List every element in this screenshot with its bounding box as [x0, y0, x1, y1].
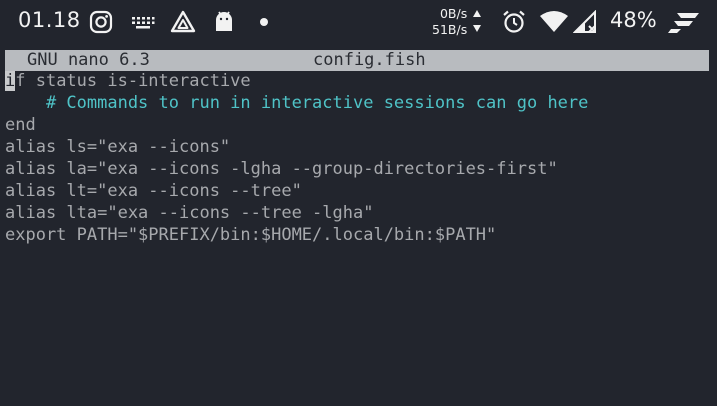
app-triangle-icon: [170, 9, 196, 35]
line-text: f status is-interactive: [15, 71, 251, 91]
editor-line[interactable]: export PATH="$PREFIX/bin:$HOME/.local/bi…: [5, 224, 710, 246]
terminal-window[interactable]: GNU nano 6.3 config.fish if status is-in…: [0, 44, 717, 406]
net-up-speed: 0B/s: [439, 6, 468, 21]
nano-filename: config.fish: [313, 50, 426, 70]
editor-line[interactable]: alias lt="exa --icons --tree": [5, 180, 710, 202]
notification-dot-icon: [259, 9, 269, 35]
editor-line[interactable]: alias la="exa --icons -lgha --group-dire…: [5, 158, 710, 180]
android-icon: [212, 9, 236, 35]
instagram-icon: [89, 9, 113, 35]
battery-percent: 48%: [610, 8, 657, 32]
brand-logo-icon: [667, 9, 701, 35]
text-cursor: i: [5, 71, 16, 91]
updown-arrows-icon: [472, 9, 482, 37]
keyboard-icon: [130, 9, 156, 35]
editor-line[interactable]: alias ls="exa --icons": [5, 136, 710, 158]
net-down-speed: 51B/s: [432, 22, 468, 37]
editor-line[interactable]: alias lta="exa --icons --tree -lgha": [5, 202, 710, 224]
cellular-signal-icon: [573, 9, 599, 35]
wifi-icon: [539, 9, 569, 35]
network-speed: 0B/s 51B/s: [432, 6, 467, 38]
status-bar: 01.18 0B/s 51B/s 48%: [0, 0, 717, 44]
nano-app-version: GNU nano 6.3: [27, 50, 150, 70]
nano-title-bar: GNU nano 6.3 config.fish: [5, 50, 709, 71]
editor-line[interactable]: if status is-interactive: [5, 70, 710, 92]
editor-area[interactable]: if status is-interactive # Commands to r…: [5, 70, 710, 246]
status-time: 01.18: [18, 8, 81, 32]
editor-line[interactable]: end: [5, 114, 710, 136]
editor-line-comment[interactable]: # Commands to run in interactive session…: [5, 92, 710, 114]
alarm-icon: [501, 9, 527, 35]
